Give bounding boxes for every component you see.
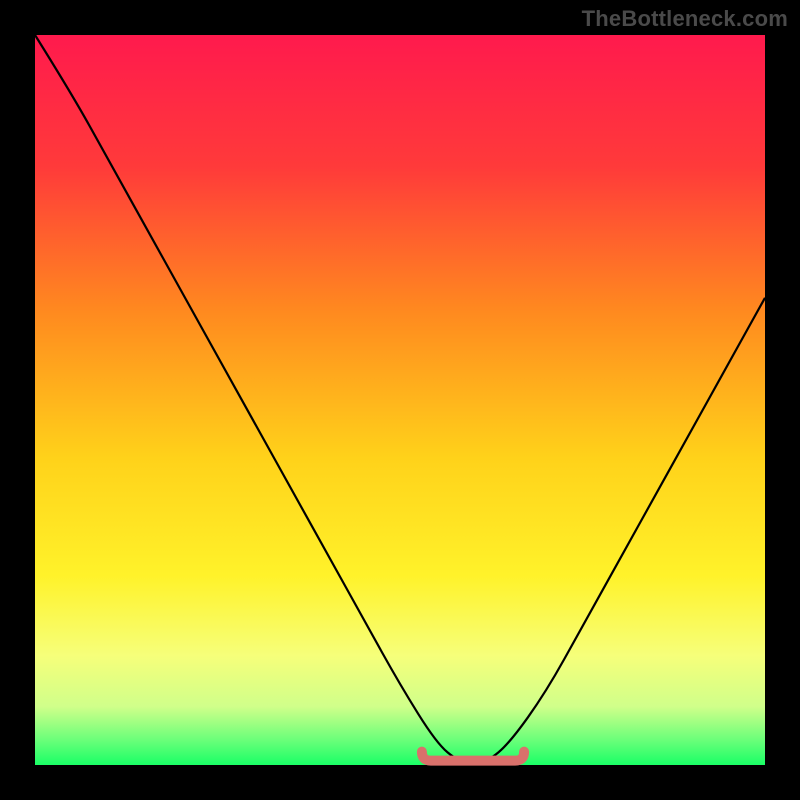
watermark-text: TheBottleneck.com	[582, 6, 788, 32]
gradient-background	[35, 35, 765, 765]
bottleneck-chart	[0, 0, 800, 800]
chart-container: { "watermark": "TheBottleneck.com", "cha…	[0, 0, 800, 800]
